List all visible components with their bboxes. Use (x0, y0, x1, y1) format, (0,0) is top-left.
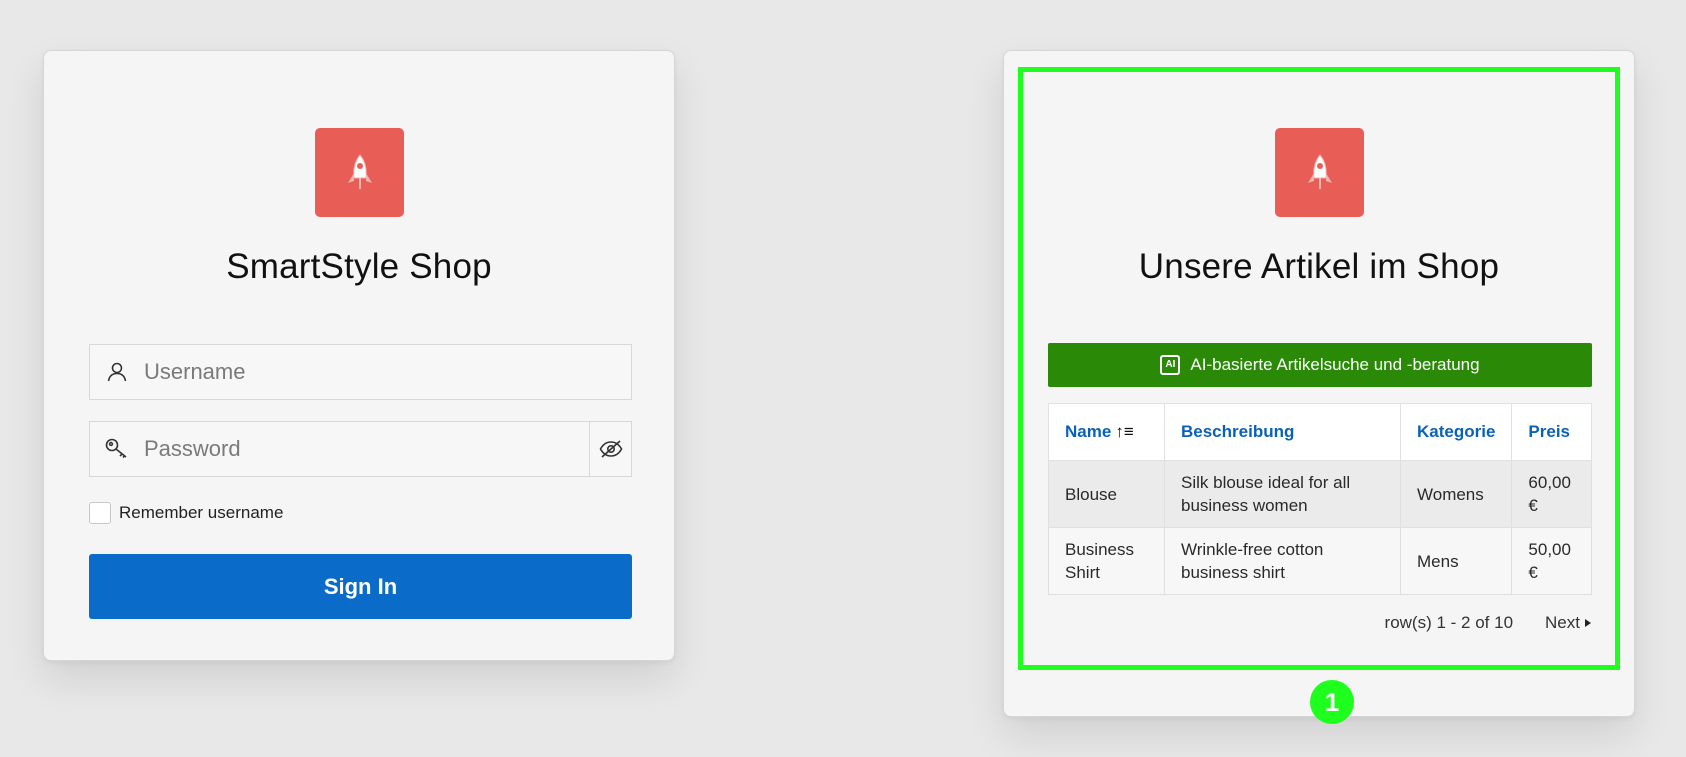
annotation-marker: 1 (1310, 680, 1354, 724)
column-header-category[interactable]: Kategorie (1399, 403, 1513, 461)
cell-name: Blouse (1048, 460, 1165, 528)
cell-price: 50,00 € (1511, 527, 1592, 595)
next-page-button[interactable]: Next (1545, 613, 1592, 633)
table-row: Business Shirt Wrinkle-free cotton busin… (1048, 527, 1592, 595)
ai-icon: AI (1160, 355, 1181, 375)
next-label: Next (1545, 613, 1580, 632)
rocket-icon (315, 128, 404, 217)
cell-category: Womens (1399, 460, 1513, 528)
login-card: SmartStyle Shop Rem (43, 50, 675, 661)
username-field[interactable] (89, 344, 632, 400)
sort-asc-icon: ↑≡ (1115, 422, 1134, 441)
pagination: row(s) 1 - 2 of 10 Next (1048, 613, 1592, 633)
caret-right-icon (1585, 619, 1591, 627)
remember-checkbox[interactable] (89, 502, 111, 524)
shop-card: Unsere Artikel im Shop AI AI-basierte Ar… (1003, 50, 1635, 724)
ai-search-button[interactable]: AI AI-basierte Artikelsuche und -beratun… (1048, 343, 1592, 387)
cell-price: 60,00 € (1511, 460, 1592, 528)
cell-category: Mens (1399, 527, 1513, 595)
cell-description: Wrinkle-free cotton business shirt (1164, 527, 1401, 595)
items-table: Name ↑≡ Beschreibung Kategorie Preis Blou… (1048, 403, 1592, 595)
pagination-info: row(s) 1 - 2 of 10 (1384, 613, 1514, 632)
remember-username[interactable]: Remember username (89, 502, 283, 524)
password-field[interactable] (89, 421, 632, 477)
password-input[interactable] (144, 422, 589, 476)
column-header-price[interactable]: Preis (1511, 403, 1592, 461)
column-header-name[interactable]: Name ↑≡ (1048, 403, 1165, 461)
eye-slash-icon[interactable] (589, 422, 631, 476)
table-row: Blouse Silk blouse ideal for all busines… (1048, 460, 1592, 528)
key-icon (90, 422, 144, 476)
sign-in-button[interactable]: Sign In (89, 554, 632, 619)
user-icon (90, 345, 144, 399)
column-header-description[interactable]: Beschreibung (1164, 403, 1401, 461)
shop-title: Unsere Artikel im Shop (1138, 247, 1500, 286)
ai-search-label: AI-basierte Artikelsuche und -beratung (1190, 355, 1480, 374)
cell-name: Business Shirt (1048, 527, 1165, 595)
username-input[interactable] (144, 345, 631, 399)
app-title: SmartStyle Shop (226, 247, 492, 286)
cell-description: Silk blouse ideal for all business women (1164, 460, 1401, 528)
rocket-icon (1275, 128, 1364, 217)
remember-label: Remember username (119, 503, 284, 522)
